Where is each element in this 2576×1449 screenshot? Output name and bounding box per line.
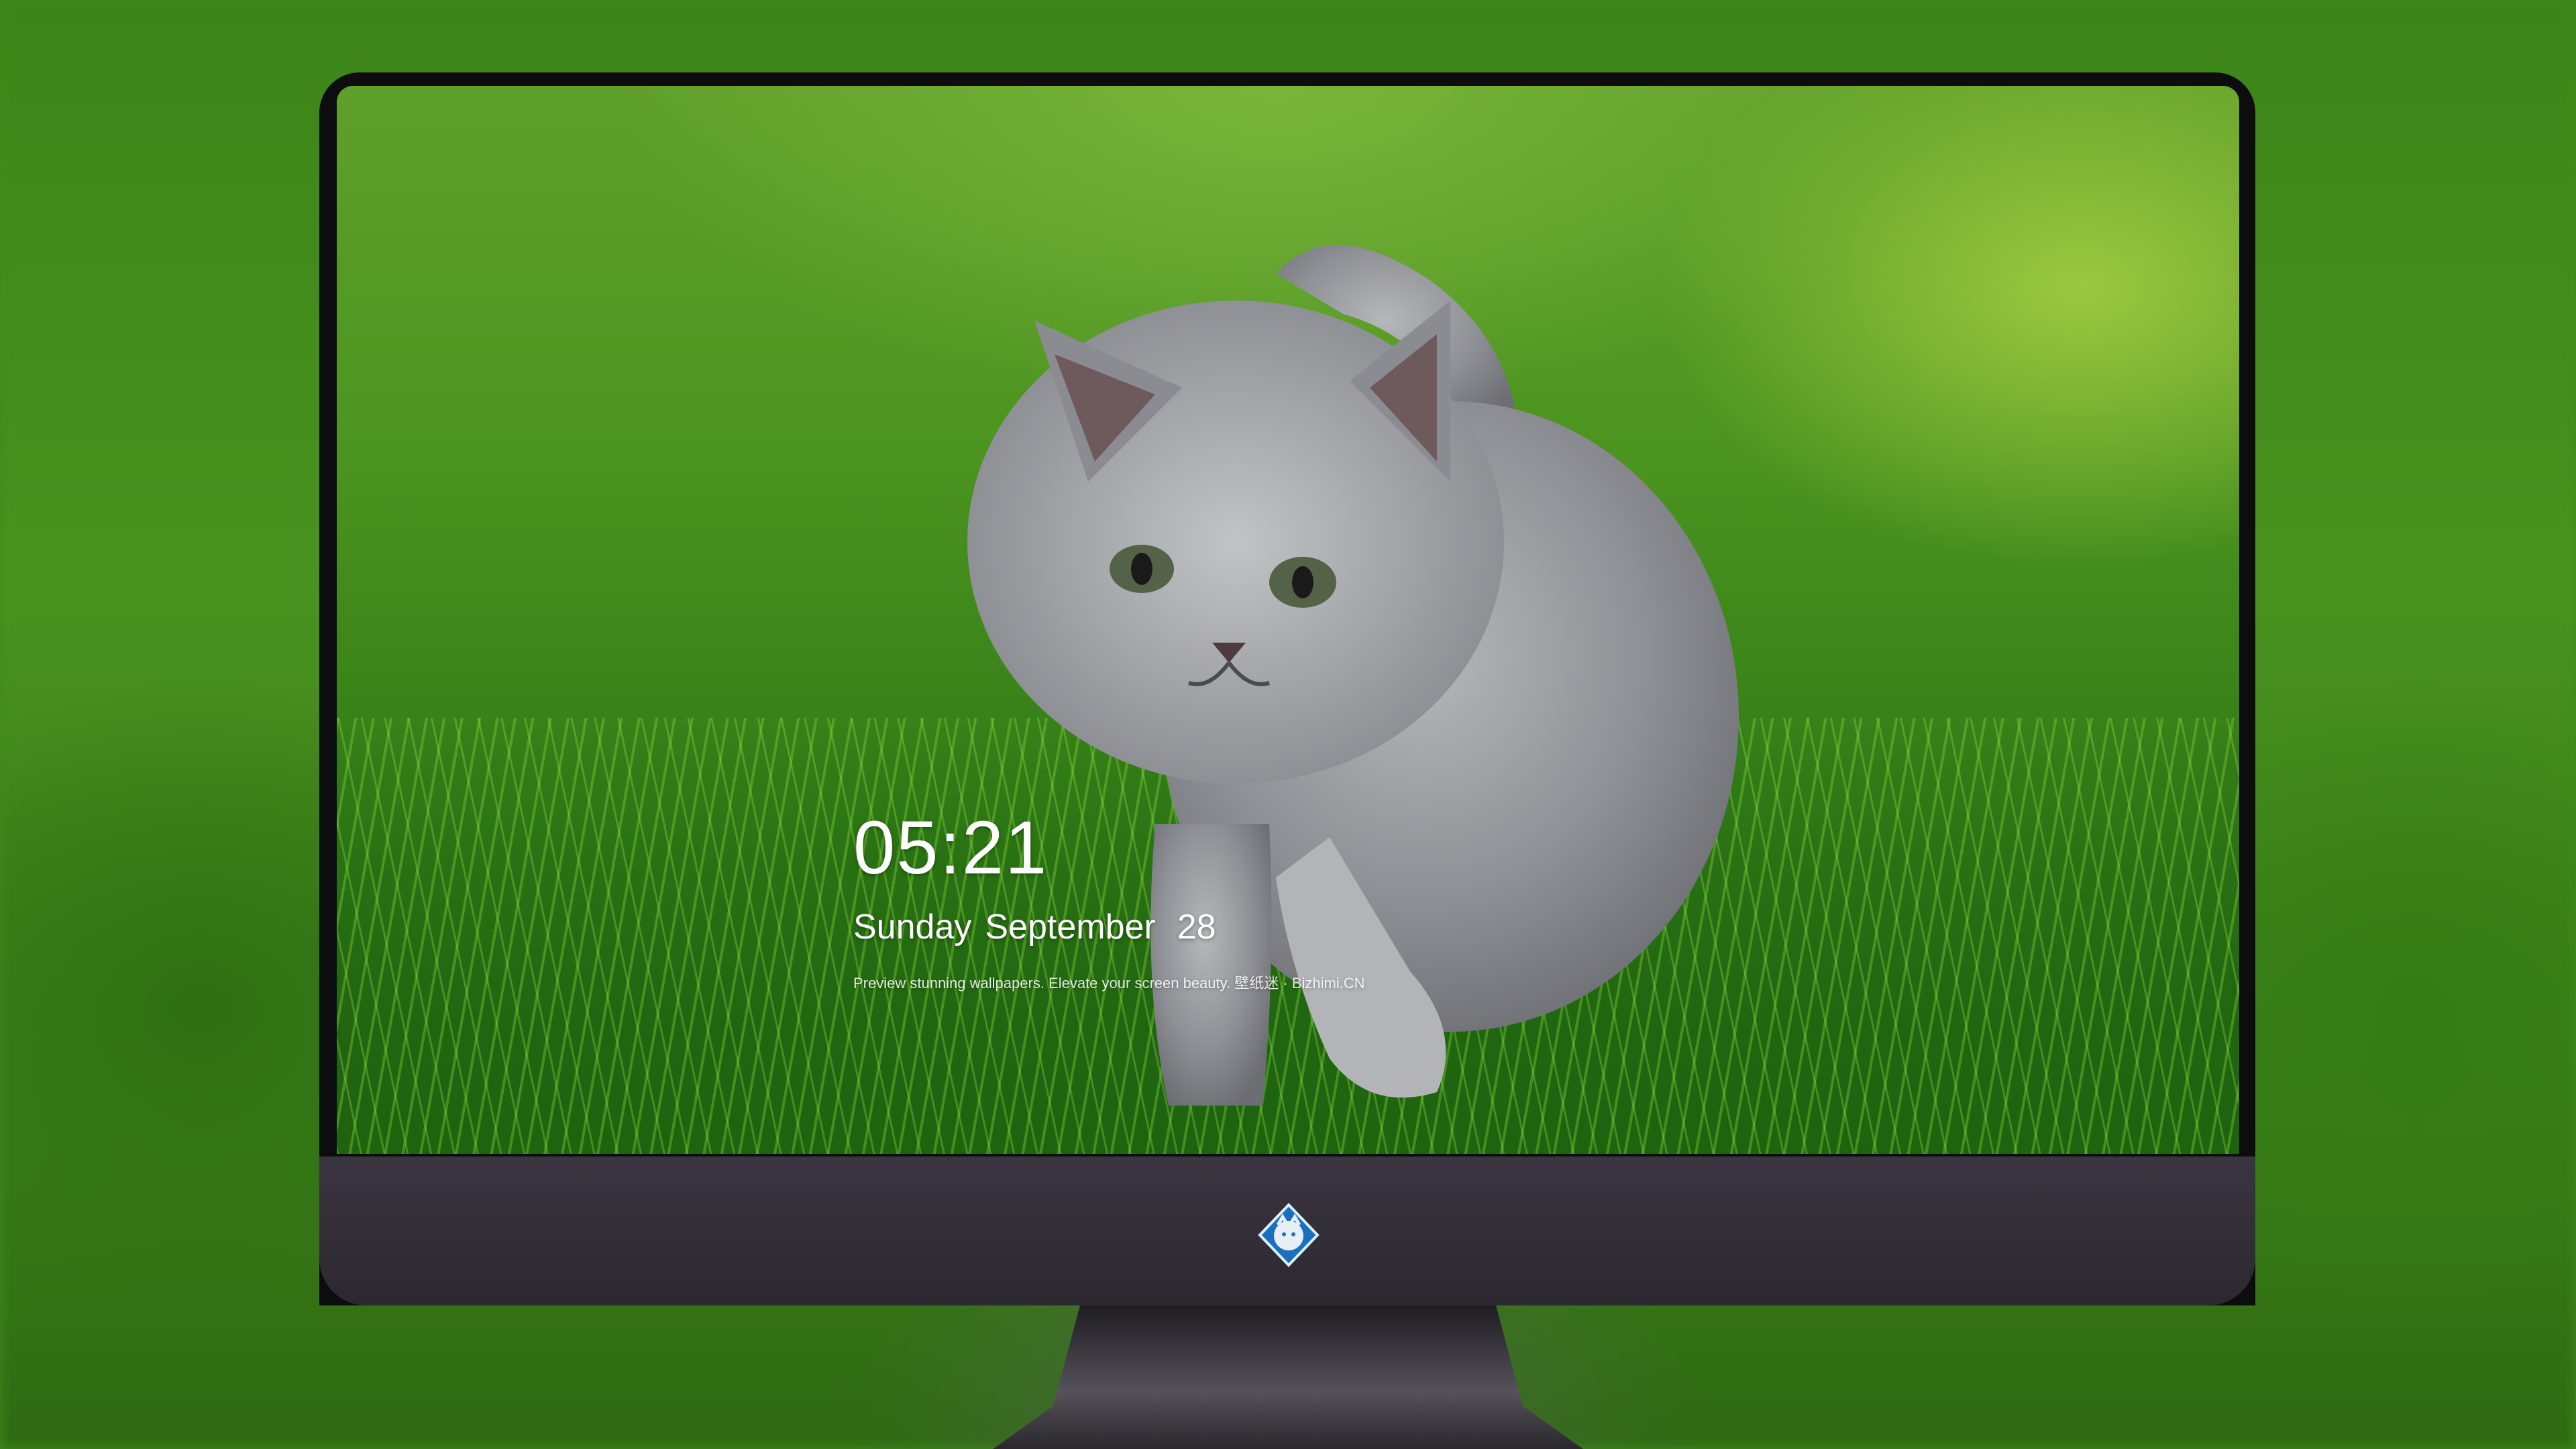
desktop-screen: 05:21 Sunday September 28 Preview stunni… bbox=[337, 86, 2239, 1154]
time-display: 05:21 bbox=[853, 806, 1049, 890]
weekday-label: Sunday bbox=[853, 908, 972, 947]
day-label: 28 bbox=[1177, 908, 1216, 947]
lockscreen-clock: 05:21 Sunday September 28 Preview stunni… bbox=[853, 810, 1365, 993]
monitor-stand bbox=[993, 1305, 1583, 1449]
month-label: September bbox=[985, 908, 1156, 947]
kitten-wallpaper-image bbox=[967, 245, 1739, 1106]
brand-logo-icon bbox=[1258, 1203, 1320, 1267]
wallpaper-caption: Preview stunning wallpapers. Elevate you… bbox=[853, 975, 1365, 991]
date-display: Sunday September 28 bbox=[853, 907, 1365, 947]
